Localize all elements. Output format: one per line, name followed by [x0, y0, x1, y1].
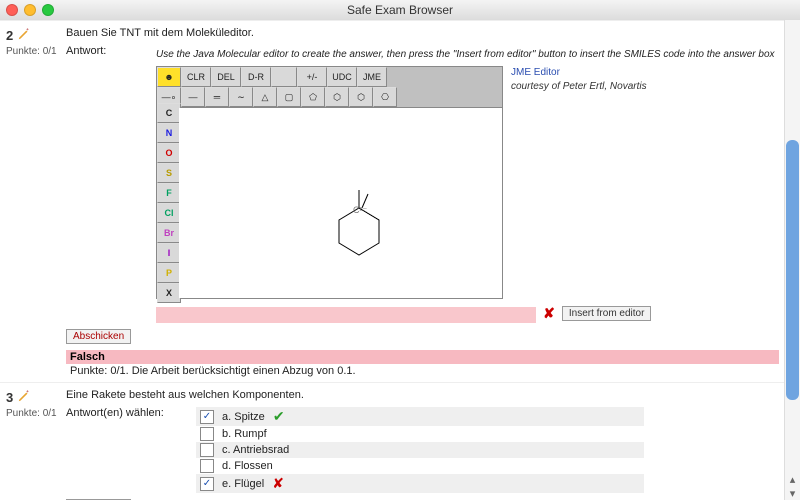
- atom-button[interactable]: P: [157, 263, 181, 283]
- checkbox[interactable]: [200, 477, 214, 491]
- checkbox[interactable]: [200, 459, 214, 473]
- molecular-editor[interactable]: ☻CLRDELD-R+/-UDCJME —∘—═∼△▢⬠⬡⬡⎔ CNOSFClB…: [156, 66, 503, 299]
- question-number: 2: [6, 28, 13, 43]
- atom-button[interactable]: O: [157, 143, 181, 163]
- option-row[interactable]: a. Spitze ✔: [196, 407, 644, 426]
- editor-tool-button[interactable]: JME: [357, 67, 387, 87]
- question-prompt: Bauen Sie TNT mit dem Moleküleditor.: [66, 27, 779, 39]
- editor-tool-button[interactable]: ∼: [229, 87, 253, 107]
- checkbox[interactable]: [200, 410, 214, 424]
- atom-button[interactable]: X: [157, 283, 181, 303]
- question-number-col: 2 Punkte: 0/1: [6, 27, 66, 378]
- atom-button[interactable]: Br: [157, 223, 181, 243]
- vertical-scrollbar[interactable]: ▴ ▾: [784, 20, 800, 500]
- atom-button[interactable]: N: [157, 123, 181, 143]
- editor-credits: JME Editor courtesy of Peter Ertl, Novar…: [511, 66, 647, 94]
- feedback-bar: Falsch: [66, 350, 779, 364]
- option-label: b. Rumpf: [222, 428, 267, 440]
- atom-button[interactable]: Cl: [157, 203, 181, 223]
- insert-from-editor-button[interactable]: Insert from editor: [562, 306, 652, 321]
- atom-button[interactable]: I: [157, 243, 181, 263]
- option-row[interactable]: d. Flossen: [196, 458, 644, 474]
- question-points: Punkte: 0/1: [6, 46, 66, 57]
- scroll-thumb[interactable]: [786, 140, 799, 400]
- editor-tool-button[interactable]: ⬠: [301, 87, 325, 107]
- submit-button[interactable]: Abschicken: [66, 329, 131, 344]
- option-label: d. Flossen: [222, 460, 273, 472]
- smiles-input[interactable]: [156, 307, 536, 323]
- option-row[interactable]: c. Antriebsrad: [196, 442, 644, 458]
- scroll-down-icon[interactable]: ▾: [786, 486, 799, 500]
- option-row[interactable]: b. Rumpf: [196, 426, 644, 442]
- page-content: 2 Punkte: 0/1 Bauen Sie TNT mit dem Mole…: [0, 20, 785, 500]
- jme-link[interactable]: JME Editor: [511, 67, 560, 78]
- window-titlebar: Safe Exam Browser: [0, 0, 800, 21]
- question-number-col: 3 Punkte: 0/1: [6, 389, 66, 500]
- editor-tool-button[interactable]: D-R: [241, 67, 271, 87]
- editor-tool-button[interactable]: ☻: [157, 67, 181, 87]
- atom-button[interactable]: F: [157, 183, 181, 203]
- editor-tool-button[interactable]: UDC: [327, 67, 357, 87]
- option-label: c. Antriebsrad: [222, 444, 289, 456]
- wrong-icon: ✘: [272, 475, 284, 492]
- question-prompt: Eine Rakete besteht aus welchen Komponen…: [66, 389, 779, 401]
- editor-tool-button[interactable]: +/-: [297, 67, 327, 87]
- molecule-drawing[interactable]: C²⁻: [329, 188, 389, 258]
- svg-text:C²⁻: C²⁻: [353, 205, 367, 215]
- checkbox[interactable]: [200, 443, 214, 457]
- editor-tool-button[interactable]: ⬡: [325, 87, 349, 107]
- window-title: Safe Exam Browser: [0, 3, 800, 17]
- editor-tool-button[interactable]: —: [181, 87, 205, 107]
- editor-tool-button[interactable]: ⎔: [373, 87, 397, 107]
- checkbox[interactable]: [200, 427, 214, 441]
- editor-tool-button[interactable]: ⬡: [349, 87, 373, 107]
- editor-tool-button[interactable]: DEL: [211, 67, 241, 87]
- question-points: Punkte: 0/1: [6, 408, 66, 419]
- scroll-up-icon[interactable]: ▴: [786, 472, 799, 486]
- option-label: e. Flügel: [222, 478, 264, 490]
- editor-tool-button[interactable]: CLR: [181, 67, 211, 87]
- editor-tool-button[interactable]: ▢: [277, 87, 301, 107]
- wrong-icon: ✘: [543, 305, 555, 321]
- deduction-text: Punkte: 0/1. Die Arbeit berücksichtigt e…: [66, 364, 779, 378]
- editor-tool-button[interactable]: [271, 67, 297, 87]
- atom-button[interactable]: C: [157, 103, 181, 123]
- option-row[interactable]: e. Flügel ✘: [196, 474, 644, 493]
- editor-instruction: Use the Java Molecular editor to create …: [156, 49, 779, 60]
- atom-button[interactable]: S: [157, 163, 181, 183]
- edit-icon[interactable]: [17, 27, 31, 44]
- option-label: a. Spitze: [222, 411, 265, 423]
- answer-label: Antwort:: [66, 45, 136, 57]
- editor-tool-button[interactable]: △: [253, 87, 277, 107]
- editor-tool-button[interactable]: ═: [205, 87, 229, 107]
- editor-canvas[interactable]: C²⁻: [179, 108, 502, 298]
- choose-label: Antwort(en) wählen:: [66, 407, 176, 419]
- question-3: 3 Punkte: 0/1 Eine Rakete besteht aus we…: [0, 382, 785, 500]
- question-2: 2 Punkte: 0/1 Bauen Sie TNT mit dem Mole…: [0, 20, 785, 382]
- edit-icon[interactable]: [17, 389, 31, 406]
- correct-icon: ✔: [273, 408, 285, 425]
- question-number: 3: [6, 390, 13, 405]
